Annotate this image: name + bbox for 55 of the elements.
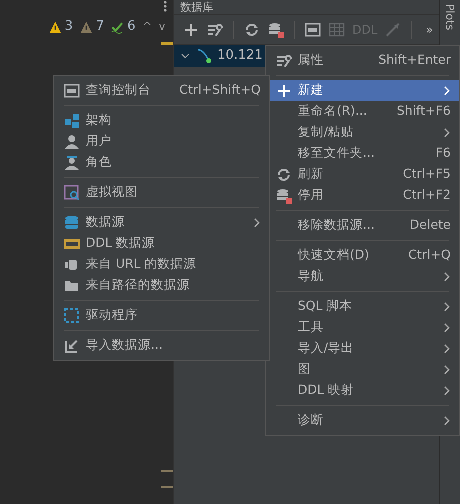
menu-item[interactable]: 用户	[54, 131, 269, 152]
menu-item[interactable]: 虚拟视图	[54, 182, 269, 203]
menu-item[interactable]: 属性 Shift+Enter	[266, 50, 459, 71]
menu-item[interactable]: 刷新 Ctrl+F5	[266, 164, 459, 185]
menu-item[interactable]: DDL 数据源	[54, 233, 269, 254]
menu-item[interactable]: SQL 脚本	[266, 296, 459, 317]
user-icon	[64, 154, 80, 170]
gutter-marker	[161, 42, 174, 45]
tree-label: 10.121	[217, 47, 263, 66]
menu-item[interactable]: 重命名(R)... Shift+F6	[266, 101, 459, 122]
wrench-icon	[276, 52, 292, 68]
menu-item[interactable]: 来自 URL 的数据源	[54, 254, 269, 275]
warning-icon	[80, 20, 94, 34]
console-icon	[64, 82, 80, 98]
menu-item[interactable]: 驱动程序	[54, 305, 269, 326]
driver-icon	[64, 308, 80, 324]
refresh-icon	[276, 166, 292, 182]
view-icon	[64, 184, 80, 200]
nav-arrow[interactable]: v	[158, 18, 166, 36]
menu-item[interactable]: 工具	[266, 317, 459, 338]
panel-title: 数据库	[180, 1, 214, 14]
nav-arrow[interactable]: ^	[142, 18, 152, 36]
menu-item[interactable]: 移至文件夹... F6	[266, 143, 459, 164]
inspection-count[interactable]: 7	[96, 17, 104, 37]
menu-item[interactable]: 快速文档(D) Ctrl+Q	[266, 245, 459, 266]
more-icon[interactable]	[164, 1, 168, 12]
user-icon	[64, 134, 80, 150]
import-icon	[64, 338, 80, 354]
schema-icon	[64, 112, 80, 128]
menu-item[interactable]: 导入数据源...	[54, 335, 269, 356]
menu-item[interactable]: 停用 Ctrl+F2	[266, 185, 459, 206]
menu-item[interactable]: 查询控制台 Ctrl+Shift+Q	[54, 80, 269, 101]
menu-item[interactable]: 来自路径的数据源	[54, 275, 269, 296]
menu-item[interactable]: DDL 映射	[266, 380, 459, 401]
gutter-marker	[161, 486, 174, 488]
warning-icon	[48, 20, 62, 34]
menu-item[interactable]: 角色	[54, 152, 269, 173]
menu-item[interactable]: 导航	[266, 266, 459, 287]
menu-item[interactable]: 诊断	[266, 410, 459, 431]
menu-item[interactable]: 数据源	[54, 212, 269, 233]
more-button[interactable]: »	[420, 20, 439, 40]
menu-item[interactable]: 移除数据源... Delete	[266, 215, 459, 236]
menu-item[interactable]: 架构	[54, 110, 269, 131]
side-tab[interactable]: Plots	[443, 4, 456, 30]
menu-item[interactable]: 图	[266, 359, 459, 380]
database-stop-icon	[276, 188, 292, 204]
gutter-marker	[161, 470, 174, 472]
menu-item[interactable]: 复制/粘贴	[266, 122, 459, 143]
inspection-count[interactable]: 6	[127, 17, 136, 37]
inspection-count[interactable]: 3	[64, 17, 74, 37]
database-icon	[64, 214, 80, 230]
add-icon	[276, 82, 292, 98]
menu-item[interactable]: 导入/导出	[266, 338, 459, 359]
check-icon	[111, 20, 124, 34]
dolphin-icon	[196, 48, 212, 64]
